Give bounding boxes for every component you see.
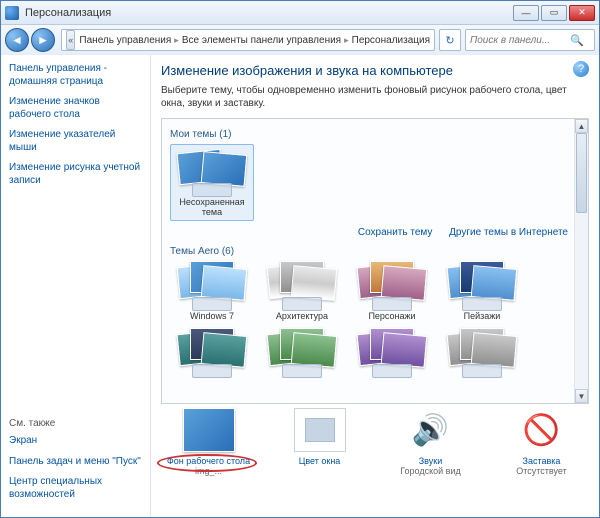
theme-item[interactable]: Архитектура: [260, 261, 344, 322]
theme-item[interactable]: [260, 328, 344, 379]
scroll-up-button[interactable]: ▲: [575, 119, 588, 133]
page-heading: Изменение изображения и звука на компьют…: [161, 63, 589, 78]
titlebar: Персонализация — ▭ ✕: [1, 1, 599, 25]
window-color-icon: [294, 408, 346, 452]
help-icon[interactable]: ?: [573, 61, 589, 77]
search-input[interactable]: [470, 35, 570, 46]
close-button[interactable]: ✕: [569, 5, 595, 21]
theme-item[interactable]: Персонажи: [350, 261, 434, 322]
sidebar-link[interactable]: Изменение рисунка учетной записи: [9, 162, 142, 187]
theme-item[interactable]: [170, 328, 254, 379]
page-description: Выберите тему, чтобы одновременно измени…: [161, 84, 589, 110]
breadcrumb-history-icon[interactable]: «: [66, 30, 75, 50]
more-themes-link[interactable]: Другие темы в Интернете: [449, 227, 568, 238]
theme-panel: ▲ ▼ Мои темы (1) Несохраненная: [161, 118, 589, 404]
window-color-link[interactable]: Цвет окна: [274, 408, 365, 466]
scrollbar[interactable]: ▲ ▼: [574, 119, 588, 403]
scroll-thumb[interactable]: [576, 133, 587, 213]
sounds-link[interactable]: 🔊 Звуки Городской вид: [385, 408, 476, 476]
window: Персонализация — ▭ ✕ ◄ ► « Панель управл…: [0, 0, 600, 518]
search-icon: 🔍: [570, 34, 584, 47]
theme-item[interactable]: [440, 328, 524, 379]
maximize-button[interactable]: ▭: [541, 5, 567, 21]
window-title: Персонализация: [25, 7, 511, 19]
desktop-background-link[interactable]: Фон рабочего стола img_...: [163, 408, 254, 476]
search-box[interactable]: 🔍: [465, 29, 595, 51]
breadcrumb-item[interactable]: Персонализация: [352, 35, 430, 46]
refresh-button[interactable]: ↻: [439, 29, 461, 51]
save-theme-link[interactable]: Сохранить тему: [358, 227, 433, 238]
breadcrumb-item[interactable]: Панель управления: [79, 35, 171, 46]
forward-button[interactable]: ►: [31, 28, 55, 52]
theme-item[interactable]: Windows 7: [170, 261, 254, 322]
sidebar-also-header: См. также: [9, 418, 142, 429]
sidebar: Панель управления - домашняя страница Из…: [1, 55, 151, 517]
breadcrumb-item[interactable]: Все элементы панели управления: [182, 35, 341, 46]
sidebar-also-link[interactable]: Панель задач и меню "Пуск": [9, 456, 142, 469]
scroll-down-button[interactable]: ▼: [575, 389, 588, 403]
theme-group-header: Мои темы (1): [170, 129, 570, 140]
app-icon: [5, 6, 19, 20]
content: Панель управления - домашняя страница Из…: [1, 55, 599, 517]
toolbar: ◄ ► « Панель управления ▸ Все элементы п…: [1, 25, 599, 55]
theme-item[interactable]: Пейзажи: [440, 261, 524, 322]
desktop-background-icon: [183, 408, 235, 452]
bottom-quick-links: Фон рабочего стола img_... Цвет окна 🔊 З…: [161, 404, 589, 476]
theme-item[interactable]: [350, 328, 434, 379]
sidebar-link[interactable]: Панель управления - домашняя страница: [9, 63, 142, 88]
sidebar-link[interactable]: Изменение значков рабочего стола: [9, 96, 142, 121]
sounds-icon: 🔊: [405, 408, 457, 452]
screensaver-link[interactable]: 🚫 Заставка Отсутствует: [496, 408, 587, 476]
theme-group-header: Темы Aero (6): [170, 246, 570, 257]
breadcrumb[interactable]: « Панель управления ▸ Все элементы панел…: [61, 29, 435, 51]
minimize-button[interactable]: —: [513, 5, 539, 21]
back-button[interactable]: ◄: [5, 28, 29, 52]
window-controls: — ▭ ✕: [511, 5, 595, 21]
main-pane: ? Изменение изображения и звука на компь…: [151, 55, 599, 517]
theme-item[interactable]: Несохраненная тема: [170, 144, 254, 221]
sidebar-also-link[interactable]: Центр специальных возможностей: [9, 476, 142, 501]
sidebar-link[interactable]: Изменение указателей мыши: [9, 129, 142, 154]
screensaver-icon: 🚫: [516, 408, 568, 452]
sidebar-also-link[interactable]: Экран: [9, 435, 142, 448]
